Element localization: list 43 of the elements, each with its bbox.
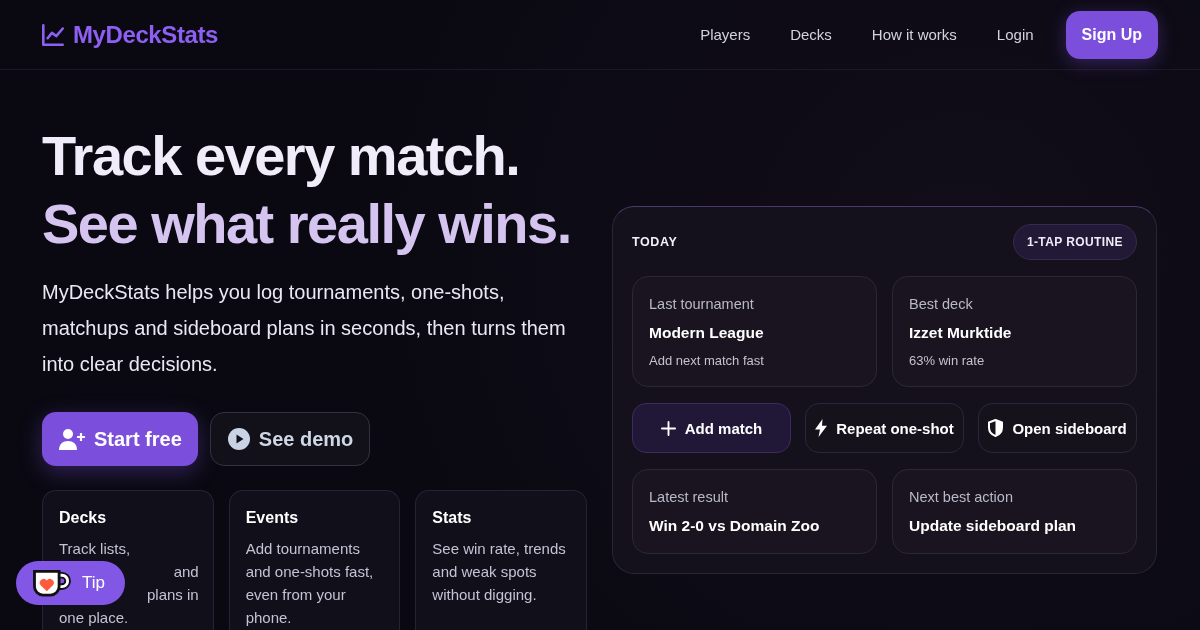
feature-description: Add tournaments and one-shots fast, even from your phone. [245,539,375,628]
primary-action-button[interactable]: Add match [632,403,791,453]
feature-title: Stats [432,508,473,528]
routine-badge: 1-TAP ROUTINE [1012,224,1137,260]
play-circle-icon [227,428,250,450]
card-label: Latest result [649,488,729,507]
feature-title: Decks [59,508,108,528]
feature-description-fragment: Track lists, [59,539,131,559]
card-note: Add next match fast [649,352,765,370]
card-label: Best deck [909,295,974,314]
panel-heading: TODAY [632,235,678,249]
feature-description: See win rate, trends and weak spots without digging. [432,539,567,605]
hero-headline: See what really wins. [42,191,571,257]
primary-cta-button[interactable]: Start free [42,412,198,466]
lightning-bolt-icon [815,419,828,437]
card-label: Next best action [909,488,1014,507]
shield-icon [988,419,1004,437]
feature-description-fragment: plans in [146,585,199,605]
tip-button[interactable]: Tip [16,561,125,605]
secondary-cta-button[interactable]: See demo [209,412,371,466]
nav-link[interactable]: Players [700,26,751,43]
card-note: 63% win rate [909,352,986,370]
line-chart-icon [42,23,64,46]
card-value: Modern League [649,323,765,343]
card-value: Izzet Murktide [909,323,1013,343]
logo-link[interactable]: MyDeckStats [42,20,218,49]
user-plus-icon [59,428,85,450]
card-value: Win 2-0 vs Domain Zoo [649,516,821,536]
plus-icon [660,420,676,436]
nav-link[interactable]: How it works [871,26,957,43]
nav-link[interactable]: Login [996,26,1034,43]
cup-heart-icon [33,569,71,597]
feature-title: Events [245,508,300,528]
action-button[interactable]: Repeat one-shot [805,403,964,453]
feature-description-fragment: and [173,562,199,582]
card-label: Last tournament [649,295,755,314]
card-value: Update sideboard plan [909,516,1078,536]
sign-up-button[interactable]: Sign Up [1065,10,1158,59]
hero-headline: Track every match. [42,123,520,189]
hero-description: MyDeckStats helps you log tournaments, one-shots, matchups and sideboard plans in seconds, then turns them into clear decisions. [42,280,567,377]
nav-link[interactable]: Decks [790,26,832,43]
action-button[interactable]: Open sideboard [978,403,1137,453]
feature-description-fragment: one place. [59,608,129,628]
